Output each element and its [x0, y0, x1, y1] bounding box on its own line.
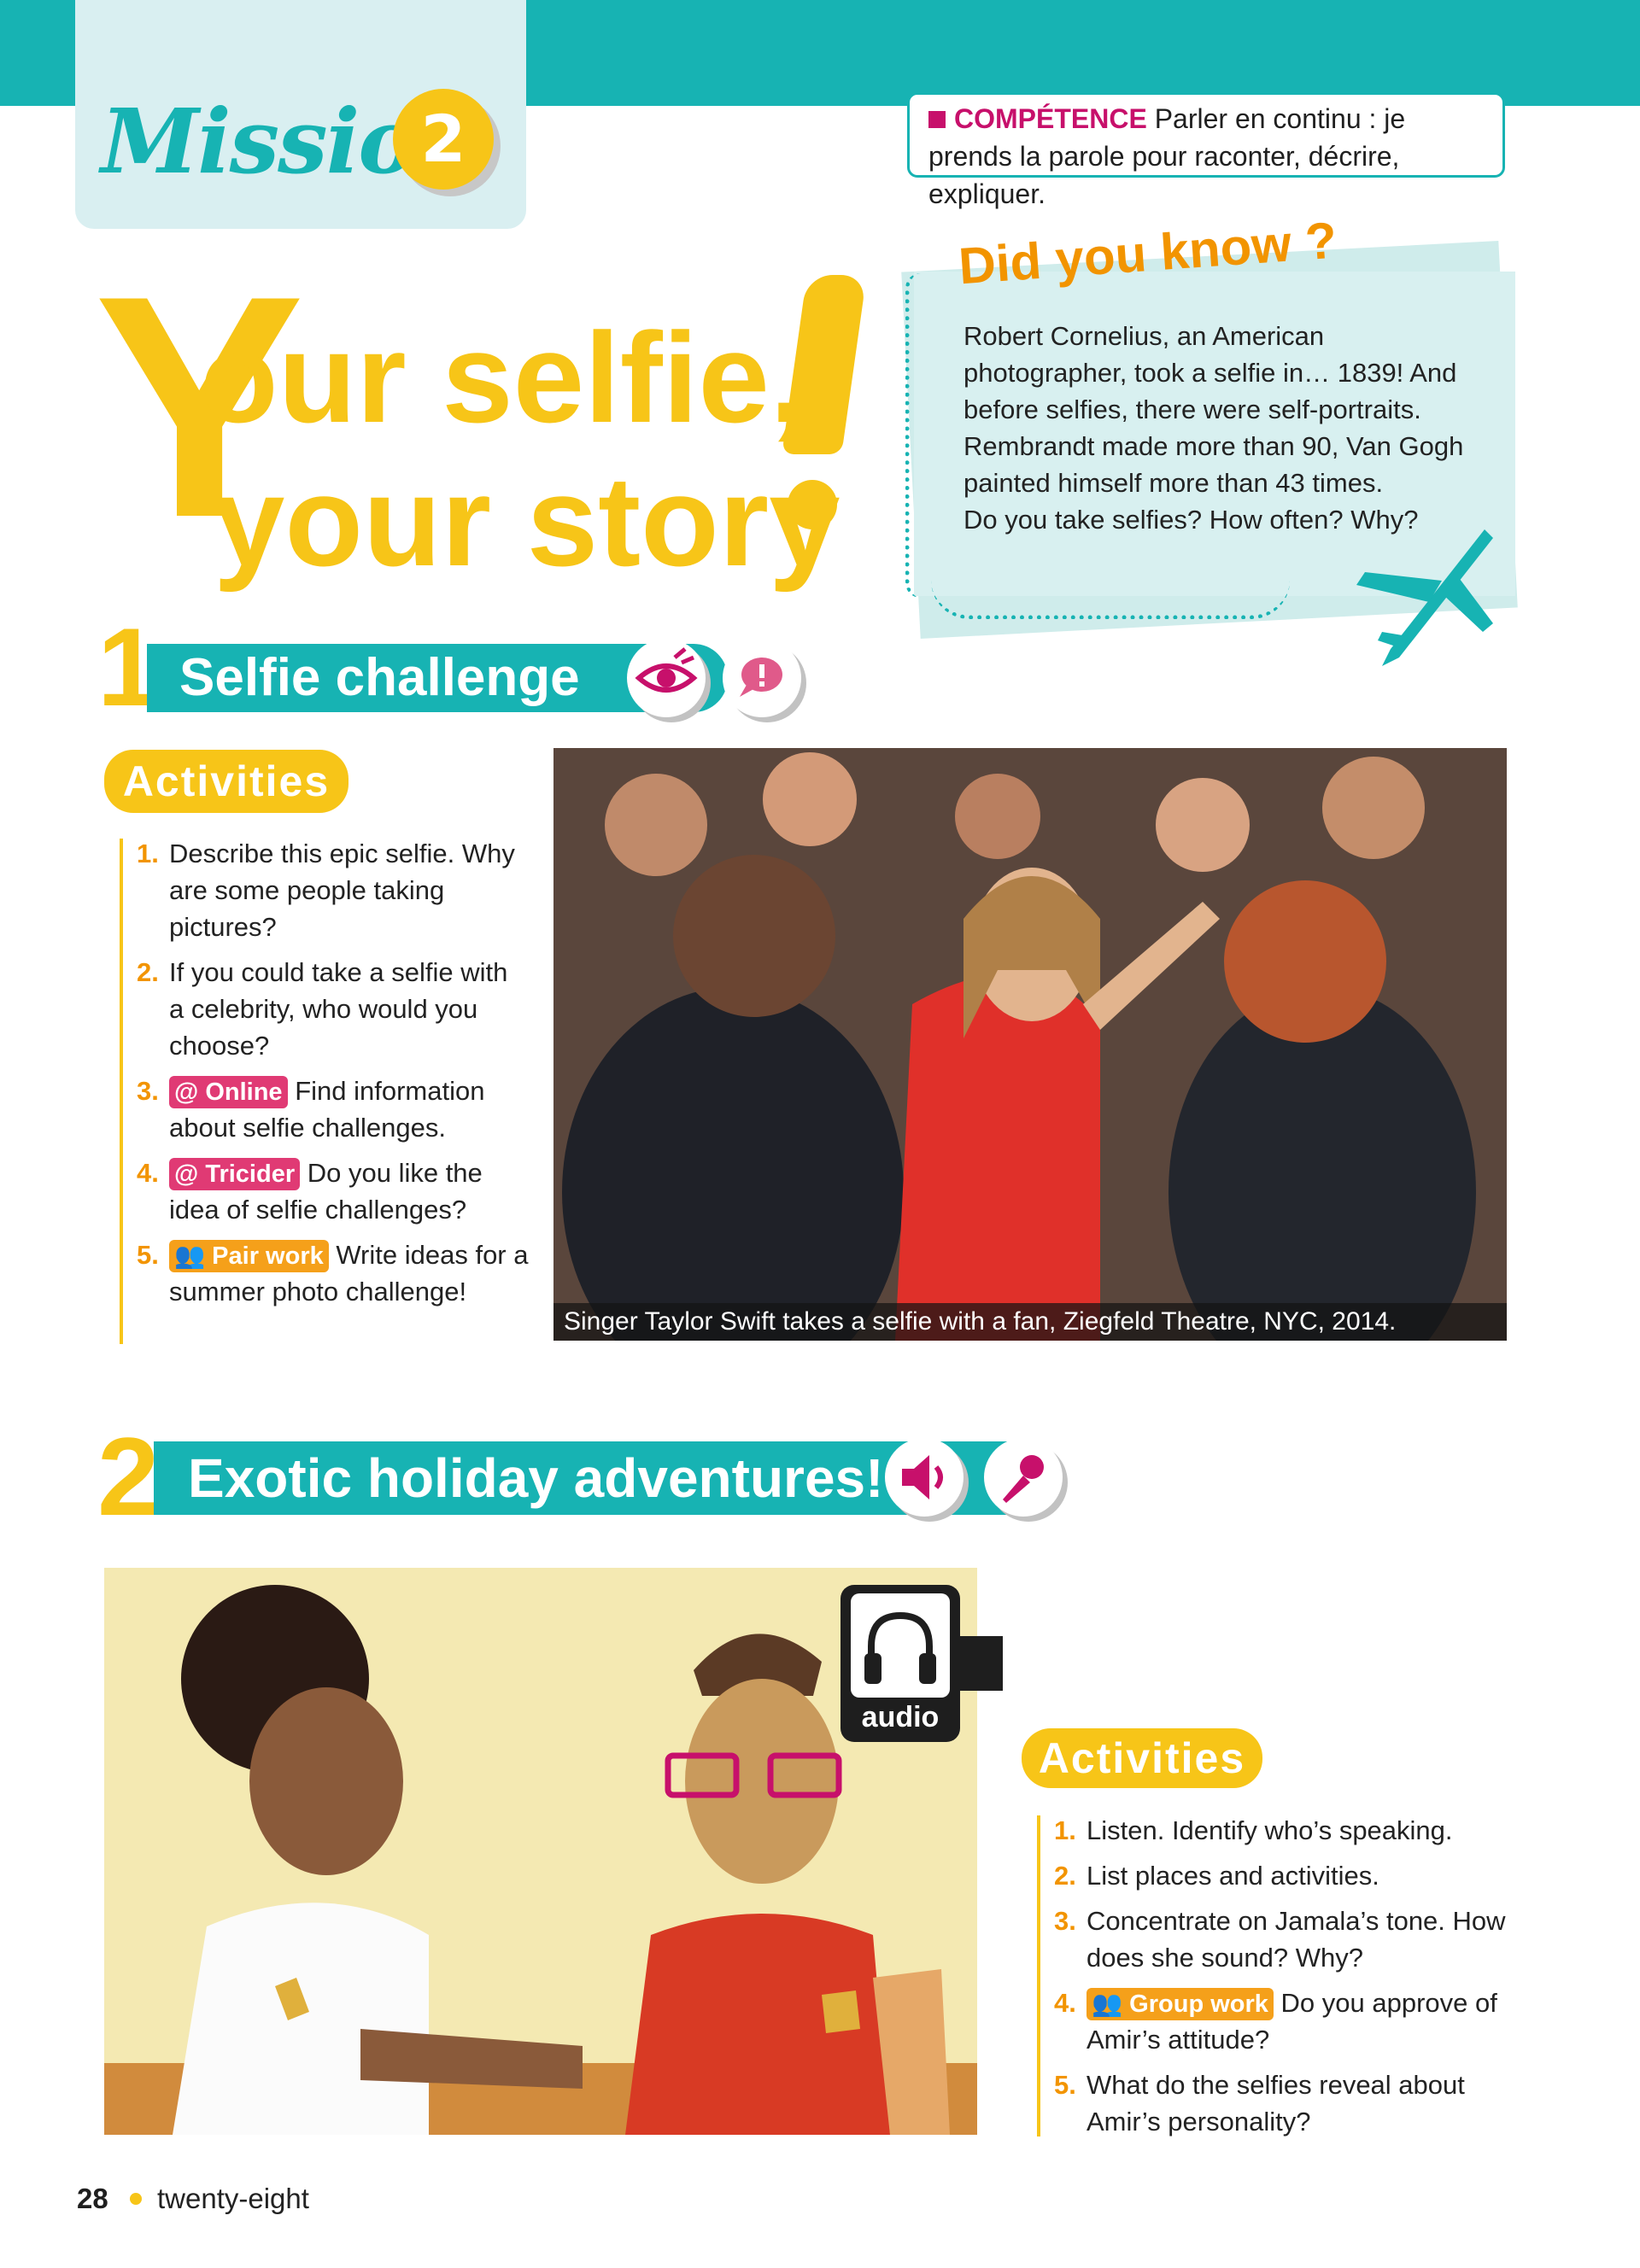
list-item: 1. Describe this epic selfie. Why are som…	[137, 835, 530, 945]
list-item: 2. If you could take a selfie with a cele…	[137, 954, 530, 1064]
list-item: 2. List places and activities.	[1054, 1857, 1532, 1894]
dotted-trail-bottom	[931, 581, 1290, 619]
speech-icon-badge	[723, 639, 801, 717]
section-2-activity-list: 1. Listen. Identify who’s speaking. 2. Lis…	[1054, 1812, 1532, 2148]
title-line-1: our selfie,	[200, 306, 805, 449]
section-2-title: Exotic holiday adventures!	[188, 1447, 884, 1509]
item-text: What do the selfies reveal about Amir’s …	[1086, 2070, 1465, 2136]
section-1-title: Selfie challenge	[179, 648, 580, 707]
item-text: Concentrate on Jamala’s tone. How does s…	[1086, 1906, 1506, 1973]
audio-label: audio	[861, 1701, 940, 1733]
did-you-know-text: Robert Cornelius, an American photograph…	[964, 318, 1493, 538]
competence-box: COMPÉTENCE Parler en continu : je prends…	[907, 92, 1505, 209]
list-item: 4. @ Tricider Do you like the idea of sel…	[137, 1154, 530, 1228]
speaker-icon-badge[interactable]	[885, 1438, 964, 1517]
eye-icon-badge	[627, 639, 706, 717]
eye-icon	[635, 647, 698, 693]
item-number: 4.	[1054, 1988, 1076, 2018]
speaker-icon	[902, 1455, 943, 1499]
section-2-activities-pill: Activities	[1022, 1728, 1262, 1788]
section-1-activities-pill: Activities	[104, 750, 348, 813]
item-number: 3.	[137, 1076, 159, 1106]
tag-label: Group work	[1129, 1990, 1268, 2018]
section-2-list-rule	[1037, 1815, 1040, 2136]
item-number: 5.	[1054, 2070, 1076, 2100]
footer-dot	[130, 2193, 142, 2205]
group-work-tag: 👥 Group work	[1086, 1988, 1274, 2020]
item-text: Describe this epic selfie. Why are some …	[169, 839, 515, 942]
speech-bubble-icon	[740, 658, 782, 697]
section-2-number: 2	[97, 1414, 160, 1539]
airplane-icon	[1356, 521, 1502, 678]
item-text: Listen. Identify who’s speaking.	[1086, 1815, 1453, 1845]
exclamation-dot	[788, 480, 837, 529]
item-number: 3.	[1054, 1906, 1076, 1936]
item-text: List places and activities.	[1086, 1861, 1379, 1891]
item-text: If you could take a selfie with a celebr…	[169, 957, 508, 1061]
selfie-photo	[554, 748, 1507, 1341]
dotted-trail	[905, 273, 935, 598]
square-bullet-icon	[928, 111, 946, 128]
online-tag[interactable]: @ Online	[169, 1076, 288, 1108]
list-item: 1. Listen. Identify who’s speaking.	[1054, 1812, 1532, 1849]
list-item: 4. 👥 Group work Do you approve of Amir’s …	[1054, 1984, 1532, 2058]
pair-work-tag: 👥 Pair work	[169, 1240, 329, 1272]
pair-icon: 👥	[174, 1242, 213, 1270]
section-1-list-rule	[120, 839, 123, 1344]
tag-label: Pair work	[212, 1242, 324, 1270]
list-item: 3. @ Online Find information about selfie…	[137, 1073, 530, 1146]
item-number: 2.	[137, 957, 159, 987]
tricider-tag[interactable]: @ Tricider	[169, 1158, 301, 1190]
item-number: 4.	[137, 1158, 159, 1188]
page-number: 28	[77, 2183, 108, 2214]
competence-label: COMPÉTENCE	[954, 103, 1147, 134]
microphone-icon	[1003, 1455, 1044, 1503]
group-icon: 👥	[1092, 1990, 1130, 2018]
item-number: 5.	[137, 1240, 159, 1270]
headphones-icon	[851, 1593, 950, 1698]
microphone-icon-badge[interactable]	[984, 1438, 1063, 1517]
title-line-2: your story	[214, 449, 840, 593]
item-number: 2.	[1054, 1861, 1076, 1891]
did-you-know-body: Robert Cornelius, an American photograph…	[964, 321, 1464, 498]
list-item: 5. What do the selfies reveal about Amir’…	[1054, 2066, 1532, 2140]
item-number: 1.	[137, 839, 159, 868]
section-1-activity-list: 1. Describe this epic selfie. Why are som…	[137, 835, 530, 1318]
list-item: 3. Concentrate on Jamala’s tone. How does…	[1054, 1903, 1532, 1976]
did-you-know-question: Do you take selfies? How often? Why?	[964, 505, 1419, 535]
list-item: 5. 👥 Pair work Write ideas for a summer p…	[137, 1236, 530, 1310]
item-number: 1.	[1054, 1815, 1076, 1845]
audio-tab	[957, 1636, 1003, 1691]
page-number-word: twenty-eight	[157, 2183, 309, 2214]
mission-number-badge: 2	[393, 89, 494, 190]
exclamation-bar	[782, 275, 867, 454]
photo-caption: Singer Taylor Swift takes a selfie with …	[554, 1303, 1507, 1341]
